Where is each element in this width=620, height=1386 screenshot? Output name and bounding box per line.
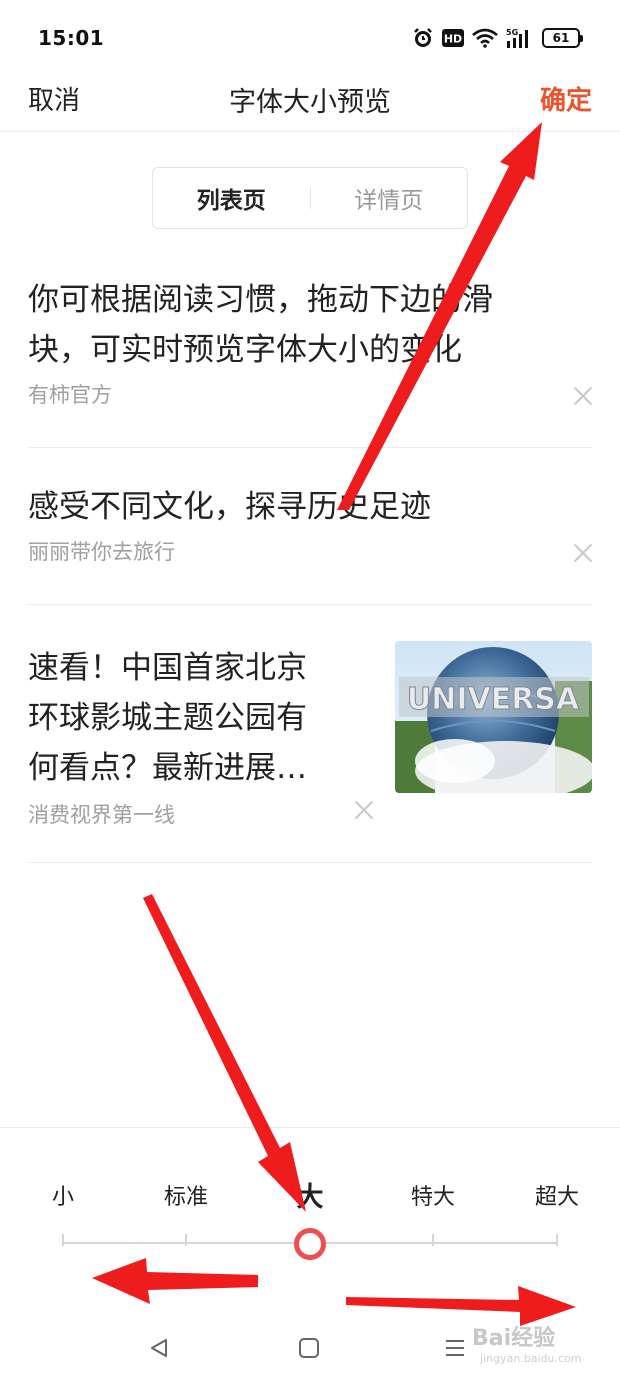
battery-icon: 61 [542, 28, 583, 48]
item-source: 消费视界第一线 [28, 803, 175, 827]
feed-item-1[interactable]: 你可根据阅读习惯，拖动下边的滑 块，可实时预览字体大小的变化 有柿官方 [28, 275, 592, 448]
tab-detail-page[interactable]: 详情页 [311, 181, 468, 215]
5g-signal-icon: 5G [506, 27, 534, 49]
size-option-large[interactable]: 大 [297, 1175, 324, 1214]
title-bar: 取消 字体大小预览 确定 [0, 72, 620, 132]
slider-tick [185, 1234, 187, 1246]
alarm-icon [412, 27, 434, 49]
item-source: 有柿官方 [28, 383, 112, 407]
slider-handle[interactable] [294, 1228, 326, 1260]
size-option-xx-large[interactable]: 超大 [535, 1179, 579, 1211]
item-title-line: 速看！中国首家北京 [28, 650, 307, 686]
back-icon[interactable] [144, 1335, 174, 1361]
page-title: 字体大小预览 [229, 87, 391, 118]
size-option-standard[interactable]: 标准 [164, 1179, 208, 1211]
watermark-logo: Bai经验 [472, 1326, 556, 1351]
menu-icon[interactable] [440, 1335, 470, 1361]
item-title-line: 块，可实时预览字体大小的变化 [28, 332, 462, 368]
dismiss-icon[interactable] [354, 800, 374, 820]
svg-text:HD: HD [444, 33, 462, 46]
svg-text:5G: 5G [506, 28, 518, 37]
size-option-x-large[interactable]: 特大 [411, 1179, 455, 1211]
dismiss-icon[interactable] [573, 386, 593, 406]
feed-item-2[interactable]: 感受不同文化，探寻历史足迹 丽丽带你去旅行 [28, 482, 592, 605]
size-option-small[interactable]: 小 [52, 1179, 74, 1211]
item-title-line: 你可根据阅读习惯，拖动下边的滑 [28, 282, 493, 318]
slider-tick [62, 1234, 64, 1246]
item-title-line: 感受不同文化，探寻历史足迹 [28, 489, 431, 525]
status-bar: 15:01 HD 5G 61 [0, 0, 620, 72]
hd-icon: HD [442, 29, 464, 47]
status-time: 15:01 [38, 26, 105, 50]
item-title-line: 环球影城主题公园有 [28, 700, 307, 736]
slider-tick [556, 1234, 558, 1246]
home-icon[interactable] [294, 1335, 324, 1361]
item-title-line: 何看点？最新进展… [28, 750, 307, 786]
item-source: 丽丽带你去旅行 [28, 540, 175, 564]
preview-mode-tabs: 列表页 详情页 [152, 167, 468, 229]
dismiss-icon[interactable] [573, 543, 593, 563]
watermark-url: jingyan.baidu.com [480, 1352, 582, 1365]
slider-tick [432, 1234, 434, 1246]
confirm-button[interactable]: 确定 [540, 80, 592, 117]
feed-item-3[interactable]: 速看！中国首家北京 环球影城主题公园有 何看点？最新进展… 消费视界第一线 UN… [28, 605, 592, 863]
article-thumbnail: UNIVERSA [395, 641, 592, 793]
thumbnail-text: UNIVERSA [407, 682, 580, 717]
wifi-icon [472, 28, 498, 48]
status-icons: HD 5G 61 [412, 24, 583, 52]
tab-list-page[interactable]: 列表页 [153, 181, 310, 215]
